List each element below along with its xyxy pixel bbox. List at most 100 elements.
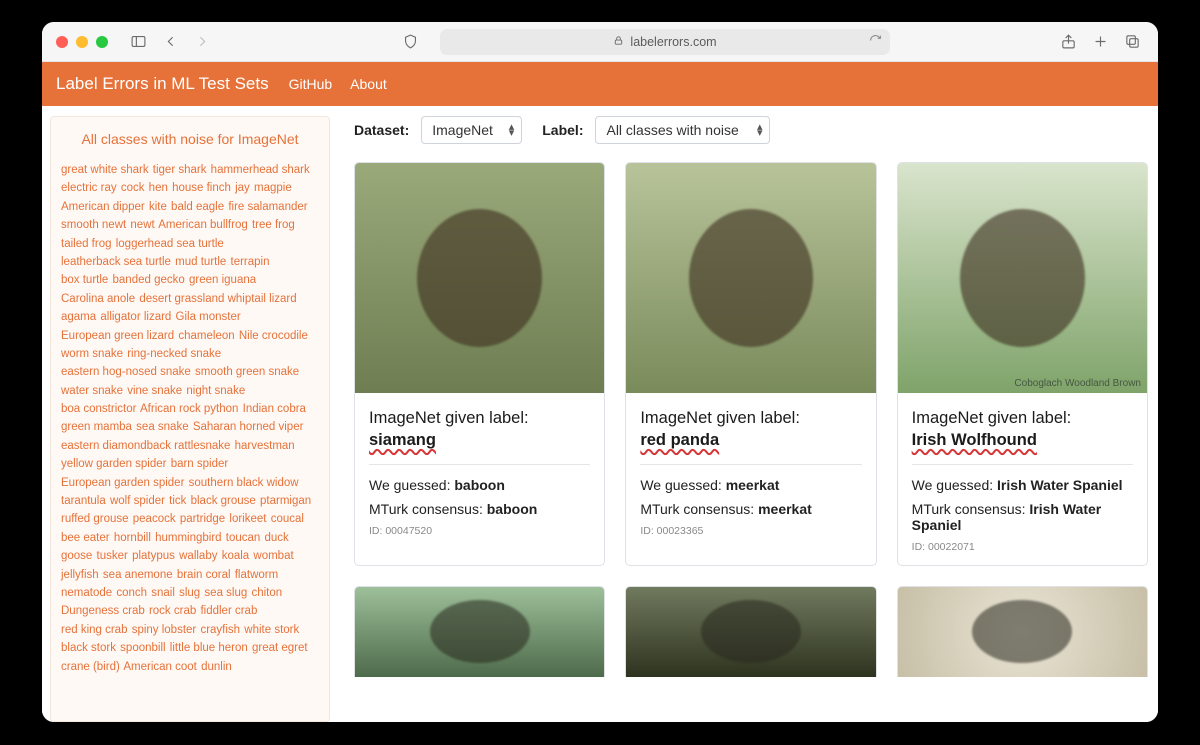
class-tag[interactable]: tusker <box>97 550 128 562</box>
class-tag[interactable]: night snake <box>186 385 245 397</box>
class-tag[interactable]: American bullfrog <box>158 219 247 231</box>
class-tag[interactable]: sea snake <box>136 421 188 433</box>
back-button[interactable] <box>158 30 182 54</box>
class-tag[interactable]: fiddler crab <box>200 605 257 617</box>
sidebar-toggle-button[interactable] <box>126 30 150 54</box>
class-tag[interactable]: African rock python <box>140 403 238 415</box>
class-tag[interactable]: American dipper <box>61 201 145 213</box>
class-tag[interactable]: green iguana <box>189 274 256 286</box>
class-tag[interactable]: black stork <box>61 642 116 654</box>
class-tag[interactable]: great egret <box>252 642 308 654</box>
tab-overview-button[interactable] <box>1120 30 1144 54</box>
reload-icon[interactable] <box>869 34 882 50</box>
class-tag[interactable]: magpie <box>254 182 292 194</box>
class-tag[interactable]: white stork <box>244 624 299 636</box>
class-tag[interactable]: cock <box>121 182 145 194</box>
class-tag[interactable]: harvestman <box>235 440 295 452</box>
nav-github[interactable]: GitHub <box>289 76 333 92</box>
class-tag[interactable]: snail <box>151 587 175 599</box>
class-tag[interactable]: bee eater <box>61 532 110 544</box>
class-tag[interactable]: Nile crocodile <box>239 330 308 342</box>
nav-about[interactable]: About <box>350 76 387 92</box>
class-tag[interactable]: tiger shark <box>153 164 207 176</box>
class-tag[interactable]: wombat <box>253 550 293 562</box>
class-tag[interactable]: spiny lobster <box>132 624 197 636</box>
card-image[interactable] <box>898 587 1147 677</box>
card-image[interactable]: Coboglach Woodland Brown <box>898 163 1147 393</box>
class-tag[interactable]: brain coral <box>177 569 231 581</box>
class-tag[interactable]: Gila monster <box>176 311 241 323</box>
class-tag[interactable]: jay <box>235 182 250 194</box>
class-tag[interactable]: wolf spider <box>110 495 165 507</box>
class-tag[interactable]: mud turtle <box>175 256 226 268</box>
card-image[interactable] <box>626 587 875 677</box>
card-image[interactable] <box>355 163 604 393</box>
class-tag[interactable]: slug <box>179 587 200 599</box>
class-tag[interactable]: chameleon <box>178 330 234 342</box>
class-tag[interactable]: nematode <box>61 587 112 599</box>
class-tag[interactable]: European garden spider <box>61 477 184 489</box>
class-tag[interactable]: southern black widow <box>189 477 299 489</box>
class-tag[interactable]: spoonbill <box>120 642 165 654</box>
class-tag[interactable]: Dungeness crab <box>61 605 145 617</box>
class-tag[interactable]: eastern diamondback rattlesnake <box>61 440 230 452</box>
fullscreen-window-button[interactable] <box>96 36 108 48</box>
class-tag[interactable]: Carolina anole <box>61 293 135 305</box>
class-tag[interactable]: duck <box>265 532 289 544</box>
class-tag[interactable]: hen <box>149 182 168 194</box>
forward-button[interactable] <box>190 30 214 54</box>
class-tag[interactable]: worm snake <box>61 348 123 360</box>
class-tag[interactable]: conch <box>116 587 147 599</box>
label-select[interactable]: All classes with noise <box>595 116 770 144</box>
class-tag[interactable]: desert grassland whiptail lizard <box>139 293 296 305</box>
close-window-button[interactable] <box>56 36 68 48</box>
class-tag[interactable]: ptarmigan <box>260 495 311 507</box>
class-tag[interactable]: tick <box>169 495 186 507</box>
class-tag[interactable]: terrapin <box>231 256 270 268</box>
class-tag[interactable]: hammerhead shark <box>211 164 310 176</box>
class-tag[interactable]: little blue heron <box>170 642 248 654</box>
class-tag[interactable]: Saharan horned viper <box>193 421 304 433</box>
class-tag[interactable]: fire salamander <box>228 201 307 213</box>
class-tag[interactable]: Indian cobra <box>243 403 306 415</box>
class-tag[interactable]: European green lizard <box>61 330 174 342</box>
class-tag[interactable]: sea slug <box>204 587 247 599</box>
class-tag[interactable]: rock crab <box>149 605 196 617</box>
class-tag[interactable]: leatherback sea turtle <box>61 256 171 268</box>
class-tag[interactable]: coucal <box>271 513 304 525</box>
class-tag[interactable]: goose <box>61 550 92 562</box>
class-tag[interactable]: crayfish <box>200 624 240 636</box>
share-button[interactable] <box>1056 30 1080 54</box>
card-image[interactable] <box>355 587 604 677</box>
class-tag[interactable]: alligator lizard <box>100 311 171 323</box>
class-tag[interactable]: water snake <box>61 385 123 397</box>
class-tag[interactable]: platypus <box>132 550 175 562</box>
class-tag[interactable]: great white shark <box>61 164 149 176</box>
class-tag[interactable]: house finch <box>172 182 231 194</box>
class-tag[interactable]: sea anemone <box>103 569 173 581</box>
class-tag[interactable]: lorikeet <box>229 513 266 525</box>
class-tag[interactable]: black grouse <box>191 495 256 507</box>
address-bar[interactable]: labelerrors.com <box>440 29 890 55</box>
class-tag[interactable]: American coot <box>123 661 197 673</box>
class-tag[interactable]: smooth green snake <box>195 366 299 378</box>
class-tag[interactable]: green mamba <box>61 421 132 433</box>
class-tag[interactable]: jellyfish <box>61 569 99 581</box>
class-tag[interactable]: flatworm <box>235 569 278 581</box>
class-tag[interactable]: hummingbird <box>155 532 221 544</box>
class-tag[interactable]: box turtle <box>61 274 108 286</box>
class-tag[interactable]: smooth newt <box>61 219 126 231</box>
class-tag[interactable]: barn spider <box>171 458 229 470</box>
class-tag[interactable]: chiton <box>251 587 282 599</box>
class-tag[interactable]: tarantula <box>61 495 106 507</box>
class-tag[interactable]: partridge <box>180 513 225 525</box>
class-tag[interactable]: dunlin <box>201 661 232 673</box>
class-tag[interactable]: red king crab <box>61 624 127 636</box>
card-image[interactable] <box>626 163 875 393</box>
class-tag[interactable]: toucan <box>226 532 261 544</box>
class-tag[interactable]: banded gecko <box>113 274 185 286</box>
dataset-select[interactable]: ImageNet <box>421 116 522 144</box>
class-tag[interactable]: crane (bird) <box>61 661 120 673</box>
class-tag[interactable]: koala <box>222 550 250 562</box>
privacy-shield-icon[interactable] <box>398 30 422 54</box>
